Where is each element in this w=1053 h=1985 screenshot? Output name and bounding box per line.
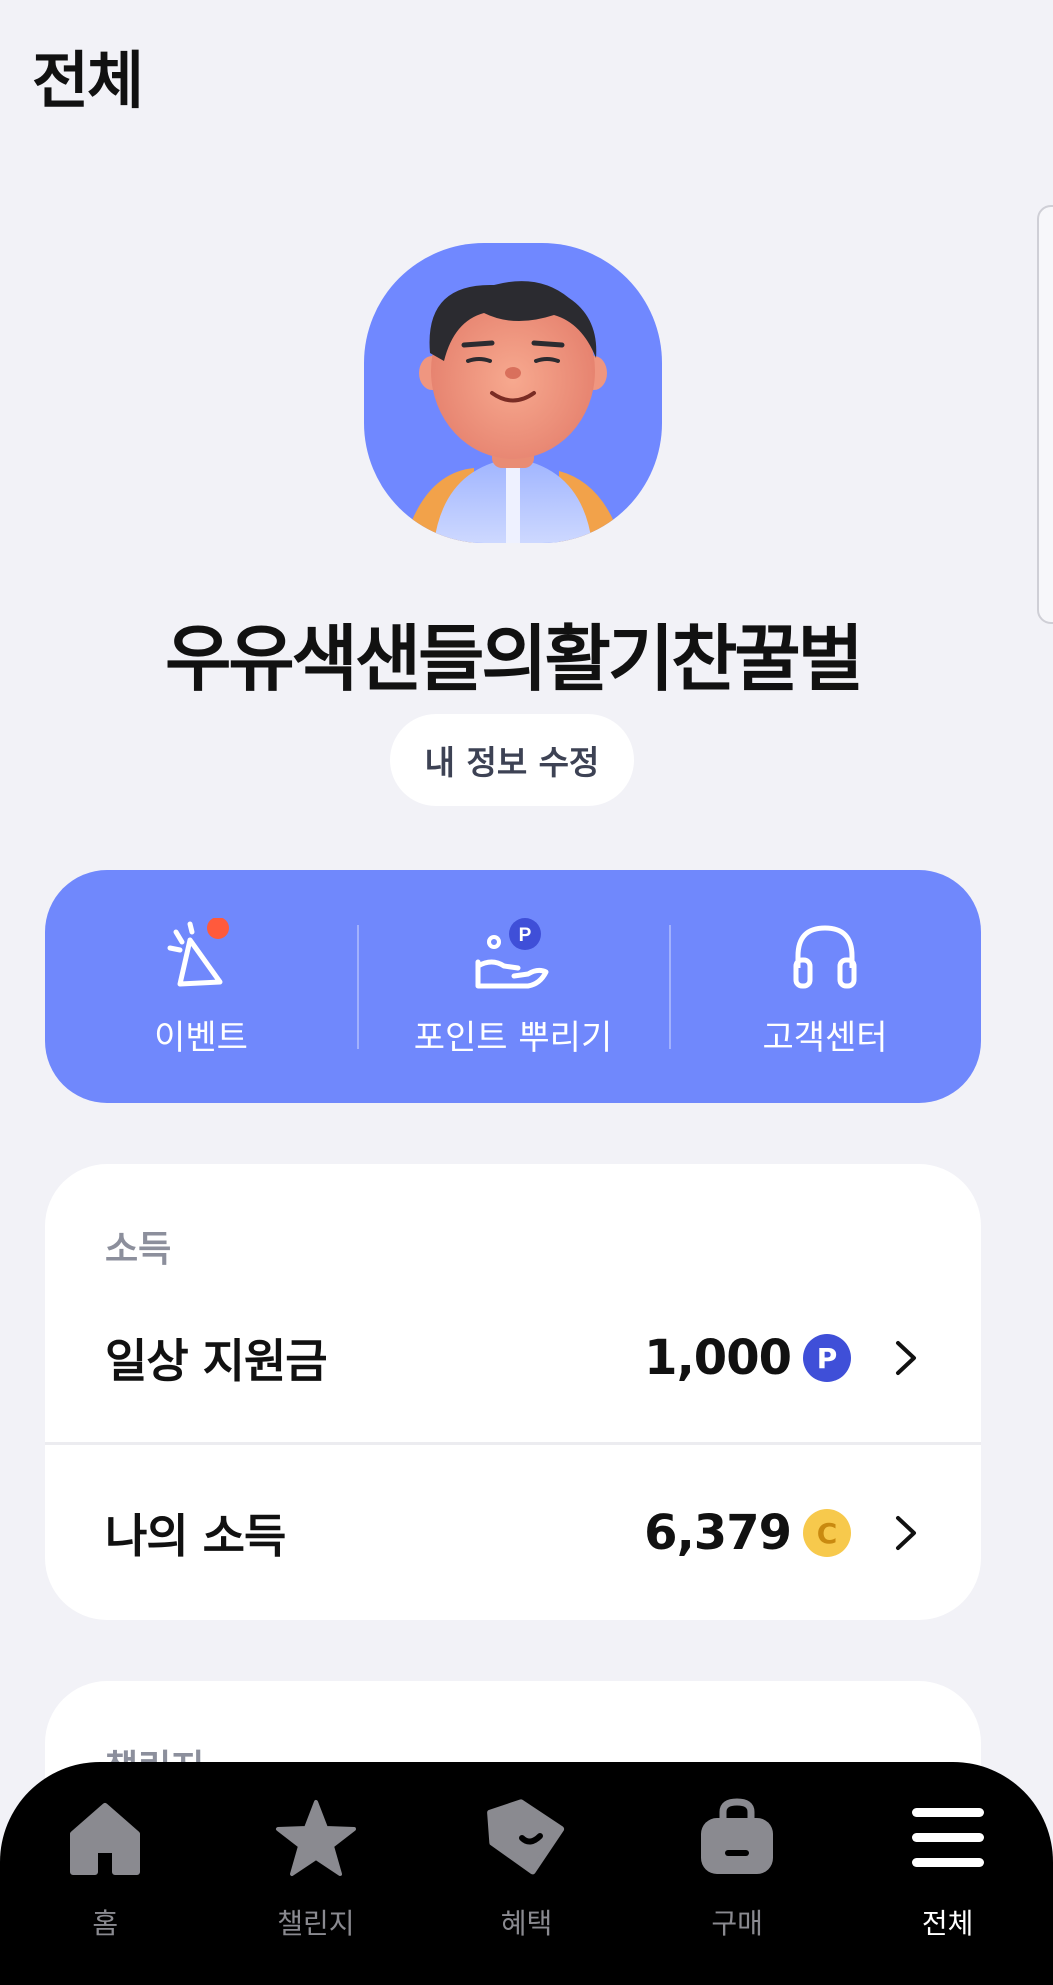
nav-label: 혜택 — [500, 1907, 553, 1940]
nav-item-benefit[interactable]: 혜택 — [421, 1762, 632, 1985]
avatar-illustration — [404, 281, 622, 543]
bottom-nav: 홈 챌린지 혜택 구매 전체 — [0, 1762, 1053, 1985]
income-name: 일상 지원금 — [105, 1334, 328, 1388]
quick-item-label: 고객센터 — [762, 1018, 888, 1058]
divider — [45, 1442, 981, 1445]
side-drawer-handle[interactable] — [1037, 205, 1053, 624]
quick-item-label: 이벤트 — [154, 1018, 248, 1058]
income-name: 나의 소득 — [105, 1509, 286, 1563]
income-amount: 6,379 — [644, 1505, 792, 1561]
notification-dot — [207, 917, 229, 939]
nav-label: 구매 — [711, 1907, 763, 1940]
coin-badge-icon: C — [803, 1509, 851, 1557]
quick-menu: 이벤트 P 포인트 뿌리기 고객센터 — [45, 870, 981, 1103]
point-badge-icon: P — [803, 1334, 851, 1382]
page-title: 전체 — [32, 44, 144, 117]
quick-item-label: 포인트 뿌리기 — [413, 1018, 613, 1058]
hand-point-icon: P — [468, 918, 558, 990]
svg-text:P: P — [519, 925, 532, 946]
nav-label: 챌린지 — [277, 1907, 355, 1940]
tag-icon — [487, 1799, 565, 1875]
income-row-daily-support[interactable]: 일상 지원금 1,000 P — [45, 1298, 981, 1418]
nav-label: 홈 — [92, 1907, 119, 1940]
party-popper-icon — [156, 917, 246, 990]
section-label: 소득 — [105, 1229, 172, 1270]
username: 우유색샌들의활기찬꿀벌 — [165, 617, 864, 701]
chevron-right-icon — [896, 1341, 916, 1375]
quick-item-point-share[interactable]: P 포인트 뿌리기 — [357, 870, 669, 1103]
nav-item-purchase[interactable]: 구매 — [632, 1762, 843, 1985]
avatar[interactable] — [364, 243, 662, 543]
quick-item-customer-center[interactable]: 고객센터 — [669, 870, 981, 1103]
quick-item-event[interactable]: 이벤트 — [45, 870, 357, 1103]
home-icon — [70, 1803, 141, 1875]
nav-label: 전체 — [921, 1907, 974, 1940]
star-icon — [275, 1800, 356, 1876]
income-card: 소득 일상 지원금 1,000 P 나의 소득 6,379 C — [45, 1164, 981, 1620]
nav-item-challenge[interactable]: 챌린지 — [211, 1762, 422, 1985]
income-amount: 1,000 — [644, 1330, 792, 1386]
edit-profile-button[interactable]: 내 정보 수정 — [390, 714, 634, 806]
menu-icon — [911, 1808, 984, 1867]
income-row-my-income[interactable]: 나의 소득 6,379 C — [45, 1473, 981, 1593]
headset-icon — [780, 918, 870, 990]
bag-icon — [701, 1798, 774, 1874]
nav-item-all[interactable]: 전체 — [842, 1762, 1053, 1985]
chevron-right-icon — [896, 1516, 916, 1550]
nav-item-home[interactable]: 홈 — [0, 1762, 211, 1985]
